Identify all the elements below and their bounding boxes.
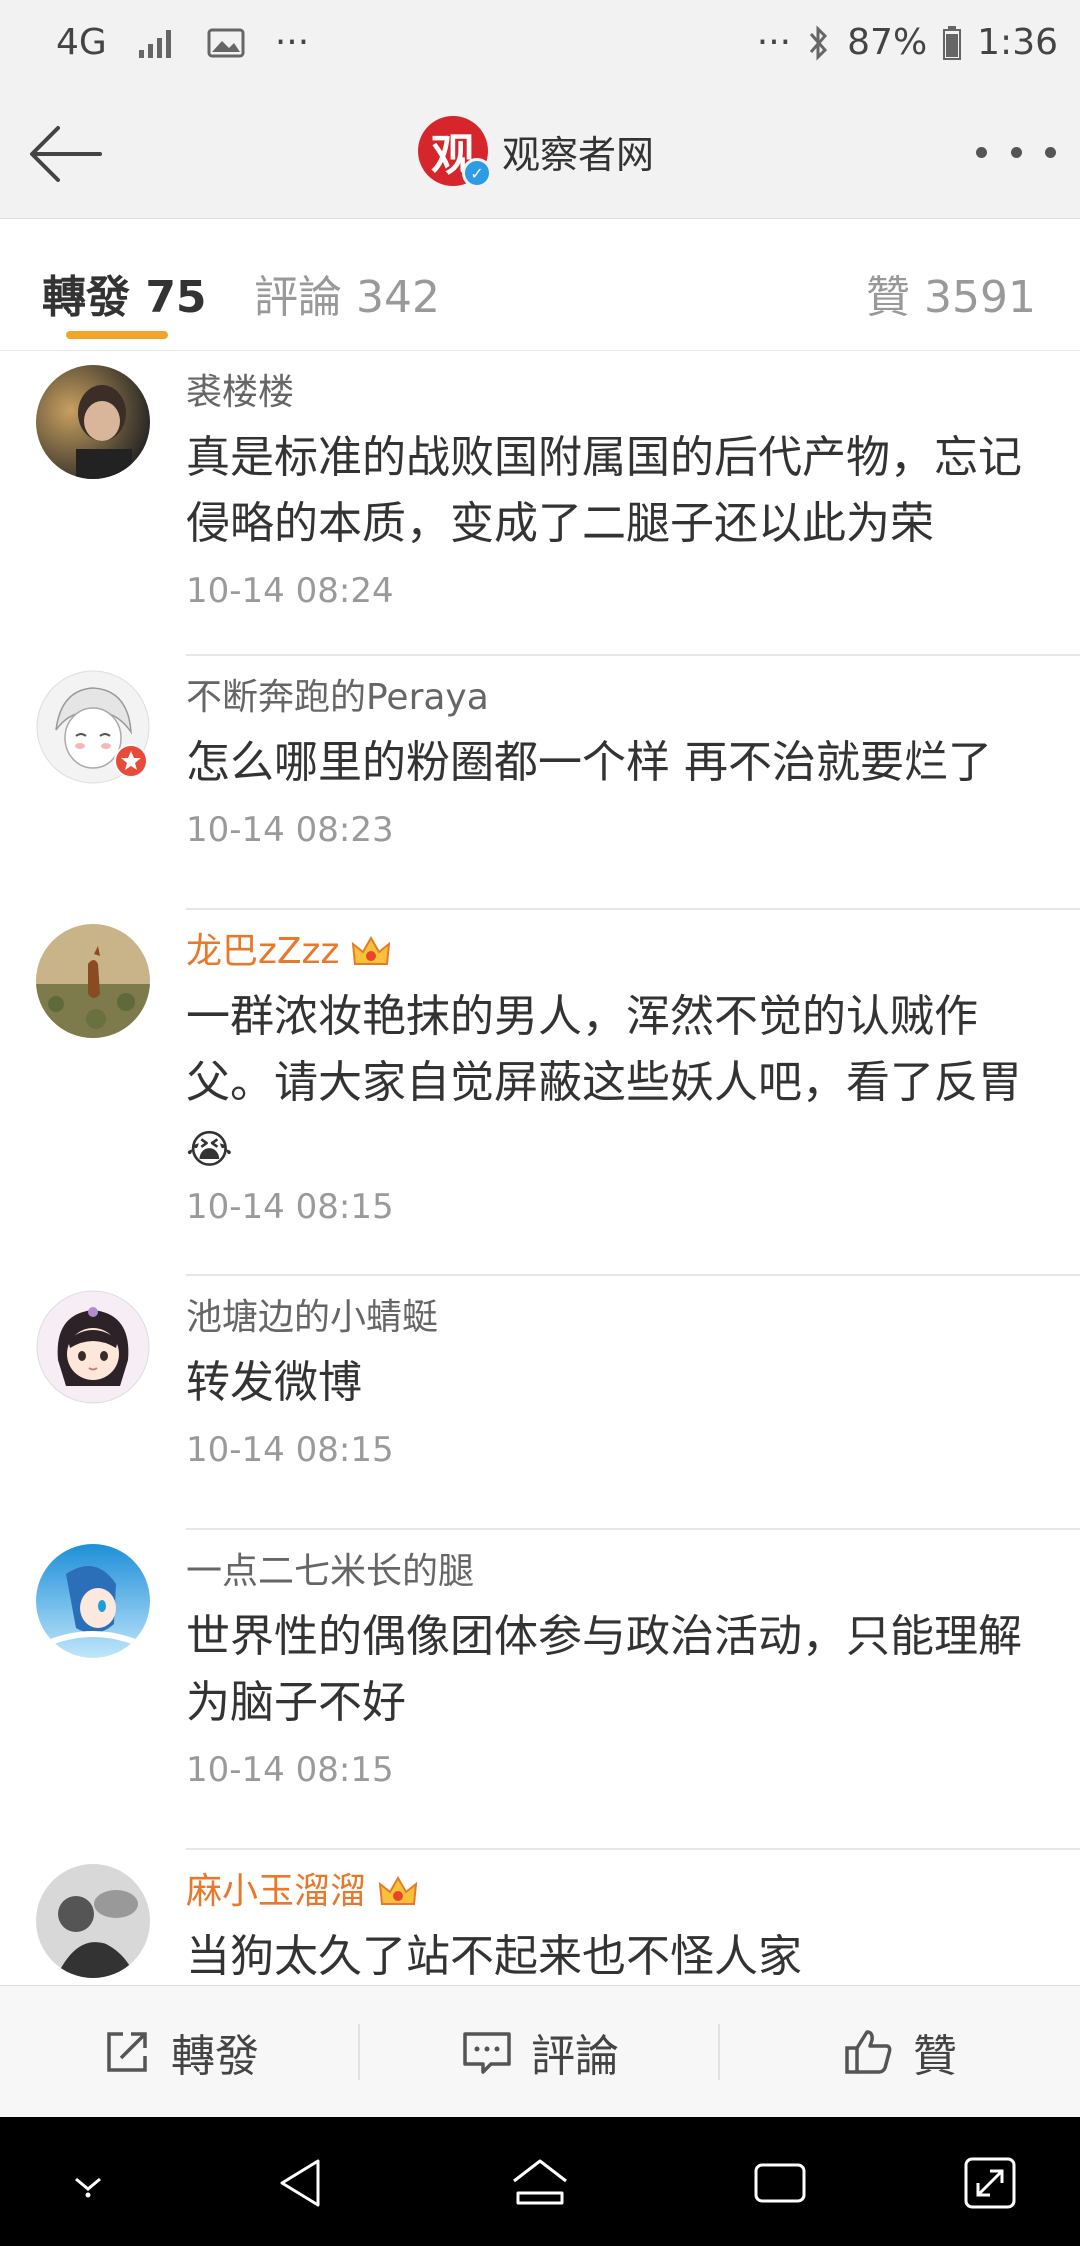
repost-text: 真是标准的战败国附属国的后代产物，忘记侵略的本质，变成了二腿子还以此为荣 [186, 432, 1022, 549]
tab-comment[interactable]: 評論 342 [254, 261, 440, 325]
home-nav-icon[interactable] [508, 2151, 572, 2215]
repost-text: 转发微博 [186, 1357, 362, 1408]
comment-icon [463, 2032, 511, 2074]
tab-bar: 轉發 75 評論 342 贊 3591 [0, 219, 1080, 351]
vip-crown-icon [352, 935, 391, 965]
repost-content: 一点二七米长的腿 世界性的偶像团体参与政治活动，只能理解为脑子不好 10-14 … [186, 1550, 1044, 1790]
repost-text-body: 一群浓妆艳抹的男人，浑然不觉的认贼作父。请大家自觉屏蔽这些妖人吧，看了反胃 [186, 991, 1022, 1108]
more-notifications-icon: ··· [274, 22, 310, 63]
expand-nav-icon[interactable] [958, 2151, 1022, 2215]
bluetooth-icon [810, 24, 828, 61]
list-item[interactable]: 麻小玉溜溜 当狗太久了站不起来也不怪人家 [0, 1850, 1080, 1985]
account-header[interactable]: 观 ✓ 观察者网 [418, 116, 655, 188]
avatar[interactable] [36, 1290, 150, 1404]
more-dot-icon [976, 146, 987, 158]
avatar[interactable] [36, 365, 150, 479]
repost-text: 世界性的偶像团体参与政治活动，只能理解为脑子不好 [186, 1611, 1022, 1728]
member-badge-icon [114, 744, 148, 778]
timestamp: 10-14 08:15 [186, 1430, 394, 1470]
verified-badge-icon: ✓ [462, 158, 492, 188]
repost-content: 麻小玉溜溜 当狗太久了站不起来也不怪人家 [186, 1870, 1044, 1985]
repost-text: 一群浓妆艳抹的男人，浑然不觉的认贼作父。请大家自觉屏蔽这些妖人吧，看了反胃 😭 [186, 984, 1044, 1183]
chibi-avatar-icon [36, 1290, 150, 1404]
repost-button[interactable]: 轉發 [0, 1986, 360, 2118]
avatar[interactable] [36, 670, 150, 784]
back-nav-icon[interactable] [268, 2151, 332, 2215]
list-item[interactable]: 龙巴zZzz 一群浓妆艳抹的男人，浑然不觉的认贼作父。请大家自觉屏蔽这些妖人吧，… [0, 910, 1080, 1276]
repost-content: 龙巴zZzz 一群浓妆艳抹的男人，浑然不觉的认贼作父。请大家自觉屏蔽这些妖人吧，… [186, 930, 1044, 1227]
clock: 1:36 [977, 22, 1058, 63]
tab-repost[interactable]: 轉發 75 [42, 261, 207, 325]
avatar[interactable] [36, 1864, 150, 1978]
like-button[interactable]: 贊 [720, 1986, 1080, 2118]
timestamp: 10-14 08:24 [186, 571, 394, 611]
username-text: 龙巴zZzz [186, 931, 340, 972]
username[interactable]: 裘楼楼 [186, 371, 1044, 415]
like-label: 贊 [913, 2031, 957, 2082]
share-icon [107, 2032, 147, 2072]
navigation-bar: 观 ✓ 观察者网 [0, 90, 1080, 219]
comment-label: 評論 [531, 2031, 619, 2082]
tab-like[interactable]: 贊 3591 [866, 261, 1036, 325]
hide-nav-icon[interactable] [56, 2151, 120, 2215]
repost-content: 不断奔跑的Peraya 怎么哪里的粉圈都一个样 再不治就要烂了 10-14 08… [186, 676, 1044, 850]
crying-emoji-icon: 😭 [186, 1127, 233, 1173]
user-photo-icon [36, 365, 150, 479]
username-text: 裘楼楼 [186, 372, 295, 413]
account-avatar[interactable]: 观 ✓ [418, 116, 492, 188]
more-status-icon: ··· [756, 22, 792, 63]
repost-content: 裘楼楼 真是标准的战败国附属国的后代产物，忘记侵略的本质，变成了二腿子还以此为荣… [186, 371, 1044, 611]
timestamp: 10-14 08:23 [186, 810, 394, 850]
timestamp: 10-14 08:15 [186, 1750, 394, 1790]
back-button[interactable] [24, 112, 108, 196]
repost-text: 当狗太久了站不起来也不怪人家 [186, 1931, 802, 1982]
list-item[interactable]: 一点二七米长的腿 世界性的偶像团体参与政治活动，只能理解为脑子不好 10-14 … [0, 1530, 1080, 1850]
avatar[interactable] [36, 1544, 150, 1658]
username[interactable]: 麻小玉溜溜 [186, 1870, 1044, 1914]
comment-button[interactable]: 評論 [360, 1986, 720, 2118]
username-text: 不断奔跑的Peraya [186, 677, 489, 718]
back-arrow-icon [30, 126, 102, 182]
battery-percent: 87% [847, 22, 928, 63]
network-indicator: 4G [56, 22, 107, 63]
repost-label: 轉發 [171, 2031, 259, 2082]
more-dot-icon [1045, 146, 1056, 158]
list-item[interactable]: 裘楼楼 真是标准的战败国附属国的后代产物，忘记侵略的本质，变成了二腿子还以此为荣… [0, 351, 1080, 656]
active-tab-indicator [66, 331, 168, 339]
repost-text: 怎么哪里的粉圈都一个样 再不治就要烂了 [186, 737, 992, 788]
thumbs-up-icon [845, 2030, 892, 2074]
recent-apps-nav-icon[interactable] [748, 2151, 812, 2215]
status-left: 4G ··· [56, 22, 309, 63]
timestamp: 10-14 08:15 [186, 1187, 394, 1227]
vip-crown-icon [378, 1875, 418, 1905]
kangaroo-photo-icon [36, 924, 150, 1038]
more-options-button[interactable] [976, 130, 1056, 174]
status-right: ··· 87% 1:36 [757, 22, 1058, 63]
list-item[interactable]: 不断奔跑的Peraya 怎么哪里的粉圈都一个样 再不治就要烂了 10-14 08… [0, 656, 1080, 910]
username[interactable]: 龙巴zZzz [186, 930, 1044, 974]
bw-photo-avatar-icon [36, 1864, 150, 1978]
repost-content: 池塘边的小蜻蜓 转发微博 10-14 08:15 [186, 1296, 1044, 1470]
system-navigation-bar [0, 2117, 1080, 2246]
repost-list[interactable]: 裘楼楼 真是标准的战败国附属国的后代产物，忘记侵略的本质，变成了二腿子还以此为荣… [0, 351, 1080, 1985]
username[interactable]: 不断奔跑的Peraya [186, 676, 1044, 720]
battery-icon [943, 25, 962, 60]
more-dot-icon [1010, 146, 1022, 158]
bottom-action-bar: 轉發 評論 贊 [0, 1985, 1080, 2118]
username[interactable]: 一点二七米长的腿 [186, 1550, 1044, 1594]
list-item[interactable]: 池塘边的小蜻蜓 转发微博 10-14 08:15 [0, 1276, 1080, 1530]
signal-icon [138, 29, 171, 58]
avatar[interactable] [36, 924, 150, 1038]
username-text: 池塘边的小蜻蜓 [186, 1297, 439, 1338]
username[interactable]: 池塘边的小蜻蜓 [186, 1296, 1044, 1340]
status-bar: 4G ··· ··· 87% 1:36 [0, 0, 1080, 90]
username-text: 一点二七米长的腿 [186, 1551, 475, 1592]
gallery-notification-icon [207, 28, 245, 57]
anime-blue-avatar-icon [36, 1544, 150, 1658]
username-text: 麻小玉溜溜 [186, 1871, 367, 1912]
page-title: 观察者网 [502, 132, 655, 177]
